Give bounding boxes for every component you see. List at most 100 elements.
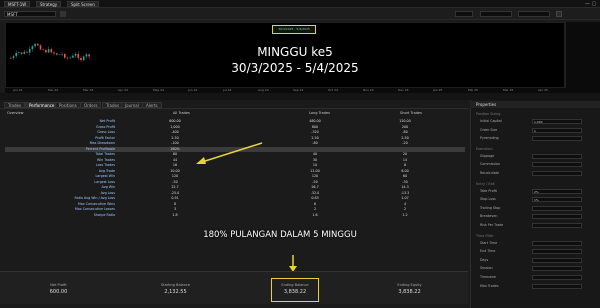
date-to-input[interactable] [518, 11, 550, 17]
summary-label: Ending Equity [397, 283, 422, 287]
window-controls[interactable]: — ▢ ✕ [585, 1, 597, 13]
cell-short: 14.3 [401, 185, 409, 189]
cell-long: -50 [312, 179, 318, 184]
time-tick: Aug 24 [258, 88, 269, 92]
timeframe-select[interactable] [455, 11, 473, 17]
property-label: Days [480, 257, 489, 262]
property-input[interactable] [532, 162, 582, 168]
property-label: End Time [480, 249, 496, 254]
property-input[interactable]: 2% [532, 188, 582, 194]
property-label: Recalculate [480, 171, 500, 175]
header-all-trades: All Trades [173, 111, 190, 115]
date-from-input[interactable] [480, 11, 512, 17]
property-row: Max Trades [476, 283, 596, 290]
cell-long: 2 [313, 207, 317, 211]
tab-split-screen[interactable]: Split Screen [67, 1, 99, 7]
summary-value: 3,838.22 [398, 289, 421, 295]
property-input[interactable] [532, 136, 582, 142]
cell-all: 16 [172, 163, 178, 167]
subtab-orders[interactable]: Orders [80, 102, 102, 108]
summary-label: Ending Balance [281, 283, 309, 287]
symbol-text: MSFT [7, 12, 18, 17]
subtab-trades-2[interactable]: Trades [102, 102, 124, 108]
property-input[interactable] [532, 283, 582, 289]
property-label: Slippage [480, 153, 495, 158]
cell-short: 1.07 [401, 196, 409, 200]
summary-ending-equity: Ending Equity 3,838.22 [351, 272, 468, 303]
cell-short: 6.00 [401, 168, 409, 173]
summary-starting-balance: Starting Balance 2,132.55 [117, 272, 234, 303]
cell-long: 6 [313, 201, 317, 206]
time-tick: Oct 24 [328, 88, 338, 92]
property-input[interactable] [532, 275, 582, 280]
subtab-trades[interactable]: Trades [4, 102, 26, 108]
time-tick: Dec 24 [398, 88, 409, 92]
cell-all: 600.00 [169, 119, 181, 123]
tab-strategy[interactable]: Strategy [36, 1, 62, 7]
chart-type-icon[interactable] [60, 11, 66, 17]
property-row: Days [476, 257, 596, 264]
candle-body [66, 57, 69, 59]
row-label: Avg Trade [98, 168, 115, 173]
summary-label: Net Profit [50, 283, 67, 287]
property-label: Trailing Stop [480, 205, 501, 210]
candle-body [12, 56, 15, 59]
property-label: Risk Per Trade [480, 223, 504, 227]
property-input[interactable]: 1,000 [532, 119, 582, 124]
subtab-positions[interactable]: Positions [55, 102, 81, 108]
time-tick: Jan 25 [433, 88, 443, 92]
summary-value: 2,132.55 [164, 289, 187, 295]
candle-body [34, 43, 36, 47]
time-tick: Jun 24 [188, 88, 198, 92]
property-row: End Time [476, 249, 596, 255]
time-tick: May 24 [153, 88, 164, 92]
separator-bar[interactable] [0, 93, 600, 100]
property-input[interactable] [532, 205, 582, 211]
candle-body [61, 53, 63, 55]
symbol-input[interactable]: MSFT [4, 11, 56, 17]
cell-all: 3 [173, 207, 177, 211]
subtab-journal[interactable]: Journal [121, 102, 143, 108]
property-label: Commission [480, 162, 501, 167]
row-label: Avg Win [101, 185, 115, 189]
property-input[interactable] [532, 214, 582, 220]
tab-chart[interactable]: MSFT-1W [4, 1, 31, 7]
property-input[interactable] [532, 153, 582, 159]
property-input[interactable]: 1 [532, 127, 582, 133]
summary-value: 600.00 [49, 289, 68, 295]
time-tick: Apr 25 [538, 88, 548, 92]
cell-long: 26.7 [311, 185, 319, 189]
property-input[interactable] [532, 223, 582, 228]
property-input[interactable] [532, 266, 582, 272]
subtab-performance[interactable]: Performance [25, 102, 59, 108]
properties-section-title: Entry / Exit [476, 181, 495, 186]
candle-body [23, 51, 26, 54]
header-long-trades: Long Trades [309, 111, 330, 115]
subtab-alerts[interactable]: Alerts [142, 102, 162, 108]
property-row: Start Time [476, 240, 596, 247]
property-label: Take Profit [480, 188, 497, 193]
property-input[interactable] [532, 171, 582, 176]
candle-body [42, 49, 44, 51]
cell-long: 12.00 [310, 168, 320, 173]
row-label: Win Trades [97, 157, 115, 162]
cell-short: 60 [402, 174, 408, 178]
cell-short: -30 [402, 179, 408, 184]
property-input[interactable]: 1% [532, 197, 582, 203]
properties-section-title: Time Filter [476, 233, 494, 238]
cell-long: 2.50 [311, 135, 319, 140]
time-tick: Apr 24 [118, 88, 128, 92]
property-input[interactable] [532, 257, 582, 263]
cell-short: 120.00 [399, 119, 411, 123]
play-icon[interactable] [556, 11, 562, 17]
row-label: Gross Profit [96, 124, 115, 129]
time-tick: Sep 24 [293, 88, 304, 92]
candle-body [58, 54, 61, 56]
cell-short: 2 [403, 207, 407, 211]
row-label: Net Profit [99, 119, 115, 123]
time-tick: Mar 24 [83, 88, 94, 92]
property-input[interactable] [532, 240, 582, 246]
cell-all: 10.00 [170, 168, 180, 173]
cell-all: 0.91 [171, 196, 179, 200]
property-input[interactable] [532, 249, 582, 255]
